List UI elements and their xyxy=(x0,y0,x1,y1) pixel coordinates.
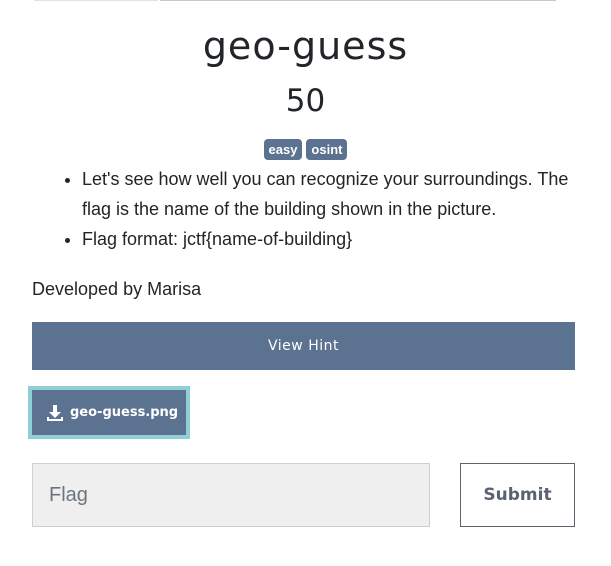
description-list: Let's see how well you can recognize you… xyxy=(32,164,592,254)
flag-input[interactable] xyxy=(32,463,430,527)
top-divider xyxy=(0,0,611,2)
download-icon xyxy=(47,404,63,421)
description-item: Let's see how well you can recognize you… xyxy=(82,164,592,224)
challenge-title: geo-guess xyxy=(202,24,409,68)
tag-easy: easy xyxy=(263,139,303,160)
challenge-points: 50 xyxy=(285,83,326,119)
tag-list: easy osint xyxy=(0,139,611,160)
submit-button[interactable]: Submit xyxy=(460,463,575,527)
developer-credit: Developed by Marisa xyxy=(32,279,202,299)
view-hint-button[interactable]: View Hint xyxy=(32,322,575,370)
top-divider-left xyxy=(34,0,158,1)
top-divider-right xyxy=(160,0,556,1)
challenge-description: Let's see how well you can recognize you… xyxy=(32,164,592,254)
file-download-label: geo-guess.png xyxy=(70,405,179,420)
description-item: Flag format: jctf{name-of-building} xyxy=(82,224,592,254)
file-download-button[interactable]: geo-guess.png xyxy=(28,386,190,439)
tag-osint: osint xyxy=(306,139,348,160)
